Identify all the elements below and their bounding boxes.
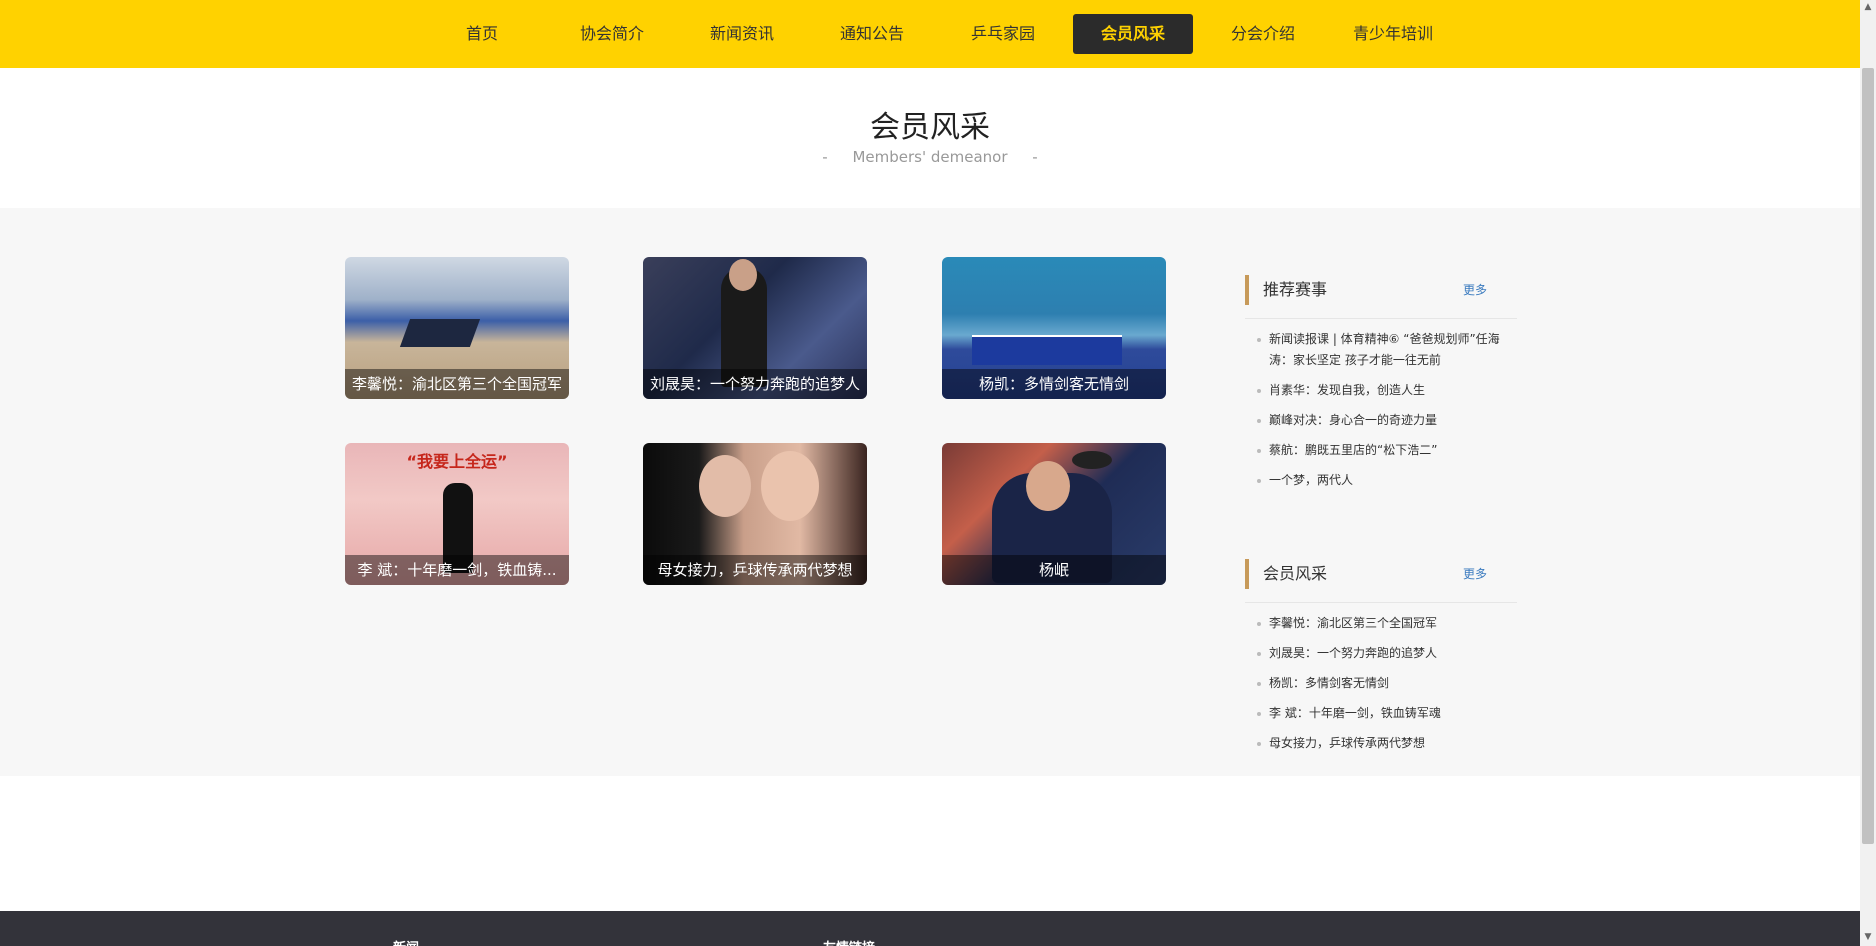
list-item-text: 肖素华：发现自我，创造人生 [1269, 383, 1426, 397]
list-item-text: 一个梦，两代人 [1269, 473, 1354, 487]
divider [1245, 602, 1517, 603]
sidebar-recommended: 推荐赛事 更多 新闻读报课 | 体育精神⑥ “爸爸规划师”任海涛：家长坚定 孩子… [1245, 275, 1517, 500]
subtitle-dash-right: - [1032, 148, 1038, 166]
more-link[interactable]: 更多 [1463, 559, 1487, 589]
list-item-text: 蔡航：鹏既五里店的“松下浩二” [1269, 443, 1438, 457]
more-link[interactable]: 更多 [1463, 275, 1487, 305]
list-item-text: 李馨悦：渝北区第三个全国冠军 [1269, 616, 1438, 630]
list-item-text: 刘晟昊：一个努力奔跑的追梦人 [1269, 646, 1438, 660]
member-card[interactable]: 母女接力，乒球传承两代梦想 [643, 443, 867, 585]
sidebar-list: 新闻读报课 | 体育精神⑥ “爸爸规划师”任海涛：家长坚定 孩子才能一往无前 肖… [1245, 329, 1517, 491]
sidebar-header: 推荐赛事 更多 [1245, 275, 1517, 305]
page-title: 会员风采 [870, 110, 990, 145]
sidebar-title: 推荐赛事 [1263, 280, 1328, 299]
list-item[interactable]: 母女接力，乒球传承两代梦想 [1245, 733, 1517, 754]
list-item-text: 新闻读报课 | 体育精神⑥ “爸爸规划师”任海涛：家长坚定 孩子才能一往无前 [1269, 332, 1500, 367]
card-caption: 杨凯：多情剑客无情剑 [942, 369, 1166, 399]
list-item[interactable]: 肖素华：发现自我，创造人生 [1245, 380, 1517, 401]
nav-item-about[interactable]: 协会简介 [552, 14, 672, 54]
list-item[interactable]: 杨凯：多情剑客无情剑 [1245, 673, 1517, 694]
sidebar-header: 会员风采 更多 [1245, 559, 1517, 589]
list-item[interactable]: 一个梦，两代人 [1245, 470, 1517, 491]
nav-item-pingpong-home[interactable]: 乒乓家园 [943, 14, 1063, 54]
main-section: 李馨悦：渝北区第三个全国冠军 刘晟昊：一个努力奔跑的追梦人 杨凯：多情剑客无情剑… [0, 208, 1860, 776]
card-caption: 杨岷 [942, 555, 1166, 585]
top-nav-bar: 首页 协会简介 新闻资讯 通知公告 乒乓家园 会员风采 分会介绍 青少年培训 [0, 0, 1860, 68]
footer-links-heading: 友情链接 [823, 937, 875, 946]
card-caption: 李馨悦：渝北区第三个全国冠军 [345, 369, 569, 399]
list-item[interactable]: 巅峰对决：身心合一的奇迹力量 [1245, 410, 1517, 431]
list-item[interactable]: 刘晟昊：一个努力奔跑的追梦人 [1245, 643, 1517, 664]
scroll-up-arrow-icon[interactable]: ▲ [1862, 0, 1874, 14]
list-item[interactable]: 李 斌：十年磨一剑，铁血铸军魂 [1245, 703, 1517, 724]
scrollbar-thumb[interactable] [1862, 68, 1874, 844]
page-header: 会员风采 - Members' demeanor - [0, 68, 1860, 208]
card-caption: 母女接力，乒球传承两代梦想 [643, 555, 867, 585]
nav-item-branches[interactable]: 分会介绍 [1203, 14, 1323, 54]
member-card[interactable]: 杨凯：多情剑客无情剑 [942, 257, 1166, 399]
nav-item-youth-training[interactable]: 青少年培训 [1333, 14, 1453, 54]
list-item-text: 巅峰对决：身心合一的奇迹力量 [1269, 413, 1438, 427]
list-item-text: 李 斌：十年磨一剑，铁血铸军魂 [1269, 706, 1441, 720]
card-caption: 刘晟昊：一个努力奔跑的追梦人 [643, 369, 867, 399]
subtitle-text: Members' demeanor [852, 148, 1008, 166]
member-card[interactable]: 李馨悦：渝北区第三个全国冠军 [345, 257, 569, 399]
list-item[interactable]: 新闻读报课 | 体育精神⑥ “爸爸规划师”任海涛：家长坚定 孩子才能一往无前 [1245, 329, 1517, 371]
card-caption: 李 斌：十年磨一剑，铁血铸... [345, 555, 569, 585]
list-item-text: 杨凯：多情剑客无情剑 [1269, 676, 1390, 690]
subtitle-dash-left: - [822, 148, 828, 166]
divider [1245, 318, 1517, 319]
nav-item-notices[interactable]: 通知公告 [812, 14, 932, 54]
sidebar-members: 会员风采 更多 李馨悦：渝北区第三个全国冠军 刘晟昊：一个努力奔跑的追梦人 杨凯… [1245, 559, 1517, 763]
member-card[interactable]: 刘晟昊：一个努力奔跑的追梦人 [643, 257, 867, 399]
nav-item-members[interactable]: 会员风采 [1073, 14, 1193, 54]
footer: 新闻 友情链接 [0, 911, 1860, 946]
footer-news-heading: 新闻 [393, 937, 419, 946]
scroll-down-arrow-icon[interactable]: ▼ [1862, 930, 1874, 944]
member-card[interactable]: 杨岷 [942, 443, 1166, 585]
list-item-text: 母女接力，乒球传承两代梦想 [1269, 736, 1426, 750]
sidebar-title: 会员风采 [1263, 564, 1328, 583]
poster-banner-text: “我要上全运” [406, 452, 508, 471]
member-card[interactable]: “我要上全运” 李 斌：十年磨一剑，铁血铸... [345, 443, 569, 585]
list-item[interactable]: 李馨悦：渝北区第三个全国冠军 [1245, 613, 1517, 634]
page-subtitle: - Members' demeanor - [0, 148, 1860, 166]
list-item[interactable]: 蔡航：鹏既五里店的“松下浩二” [1245, 440, 1517, 461]
main-nav: 首页 协会简介 新闻资讯 通知公告 乒乓家园 会员风采 分会介绍 青少年培训 [0, 0, 1860, 68]
sidebar-list: 李馨悦：渝北区第三个全国冠军 刘晟昊：一个努力奔跑的追梦人 杨凯：多情剑客无情剑… [1245, 613, 1517, 754]
nav-item-news[interactable]: 新闻资讯 [682, 14, 802, 54]
nav-item-home[interactable]: 首页 [422, 14, 542, 54]
